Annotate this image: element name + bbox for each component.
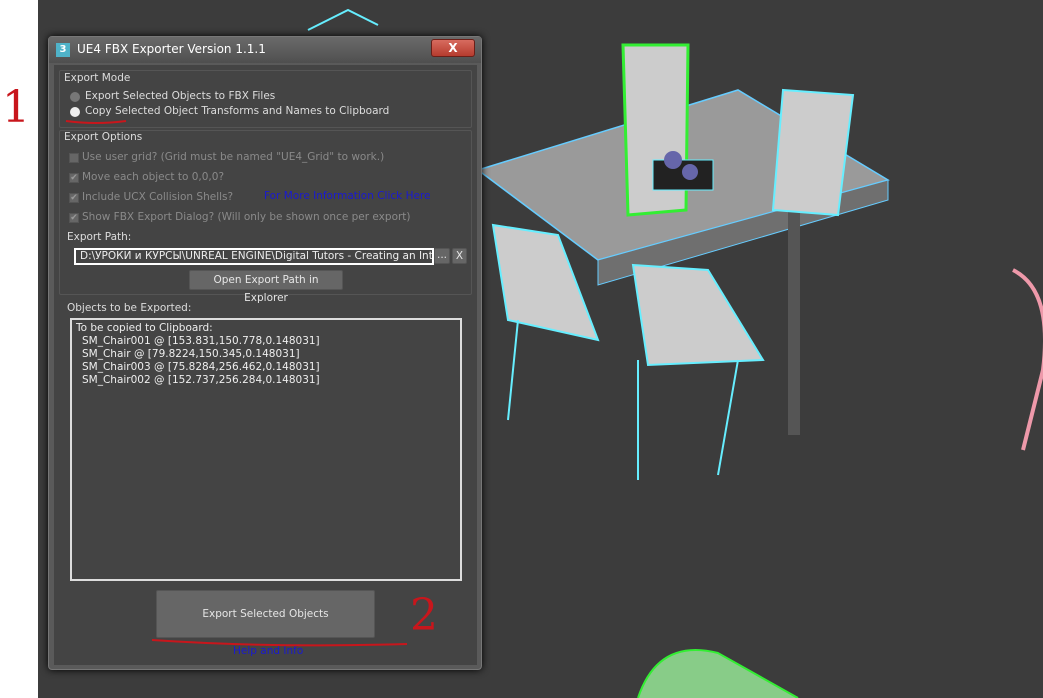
- annotation-underlines: [65, 120, 408, 647]
